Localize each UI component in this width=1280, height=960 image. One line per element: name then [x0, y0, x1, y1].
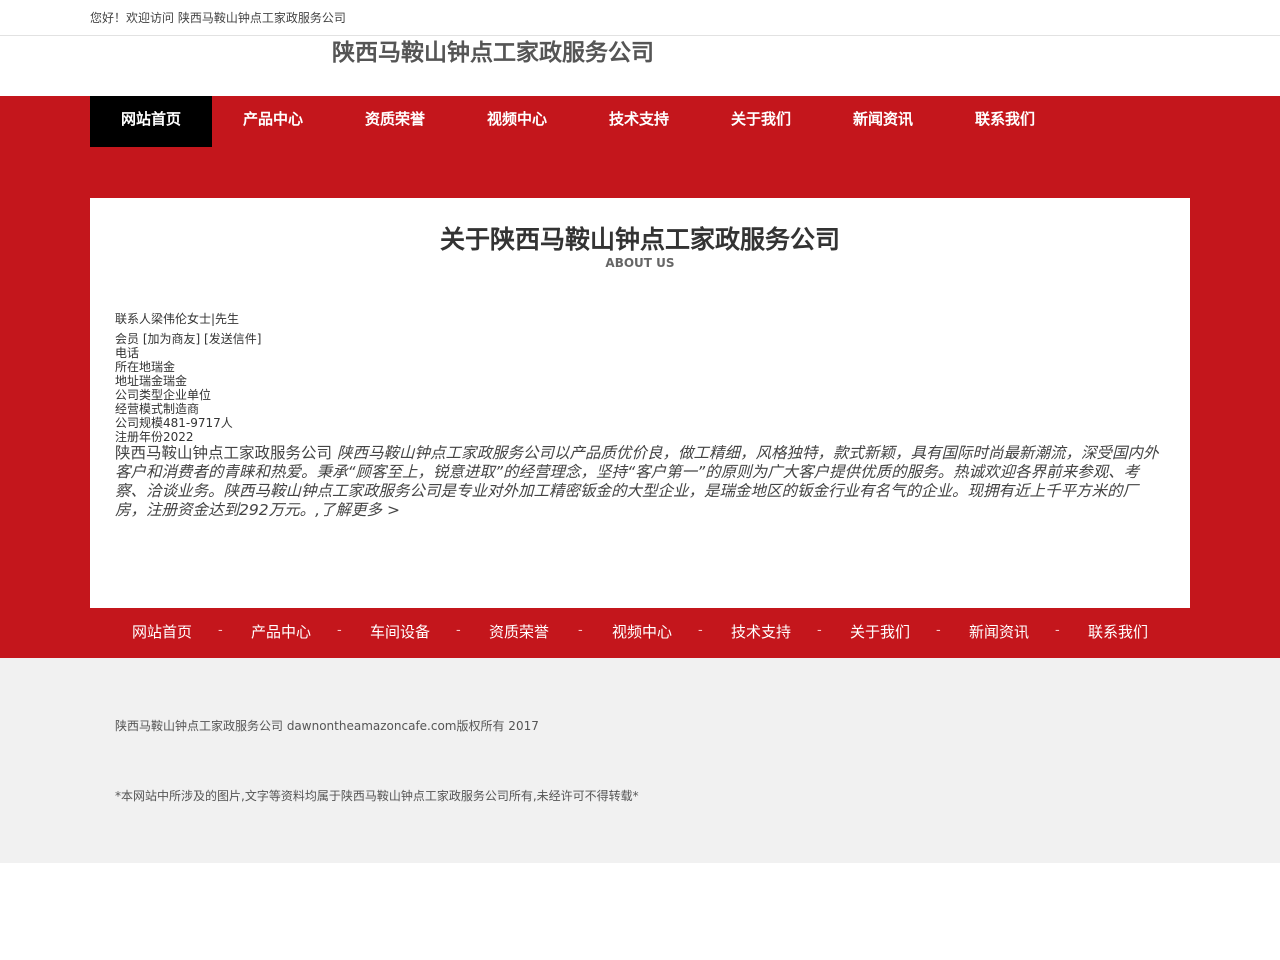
footer-nav-home[interactable]: 网站首页	[132, 621, 192, 642]
footer-nav-separator: -	[578, 623, 583, 638]
about-subtitle: ABOUT US	[605, 256, 675, 270]
footer-nav-about[interactable]: 关于我们	[850, 621, 910, 642]
business-model: 经营模式制造商	[115, 402, 200, 416]
learn-more-link[interactable]: 了解更多 >	[320, 501, 400, 519]
member-label: 会员	[115, 332, 140, 346]
footer-nav-separator: -	[218, 623, 223, 638]
registered-year: 注册年份2022	[115, 430, 194, 444]
footer-nav-news[interactable]: 新闻资讯	[969, 621, 1029, 642]
nav-item-products[interactable]: 产品中心	[212, 96, 334, 147]
send-mail-link[interactable]: [发送信件]	[204, 332, 261, 346]
company-type: 公司类型企业单位	[115, 388, 212, 402]
footer-nav-products[interactable]: 产品中心	[251, 621, 311, 642]
company-description: 陕西马鞍山钟点工家政服务公司 陕西马鞍山钟点工家政服务公司以产品质优价良，做工精…	[115, 444, 1165, 520]
footer-nav-support[interactable]: 技术支持	[731, 621, 791, 642]
nav-item-honors[interactable]: 资质荣誉	[334, 96, 456, 147]
about-title: 关于陕西马鞍山钟点工家政服务公司	[439, 225, 840, 254]
footer-nav-separator: -	[337, 623, 342, 638]
footer-nav-separator: -	[817, 623, 822, 638]
footer-nav-separator: -	[1055, 623, 1060, 638]
welcome-text: 您好！欢迎访问 陕西马鞍山钟点工家政服务公司	[90, 11, 346, 25]
footer-nav-equipment[interactable]: 车间设备	[370, 621, 430, 642]
footer-nav-separator: -	[936, 623, 941, 638]
phone: 电话	[115, 346, 140, 360]
site-title[interactable]: 陕西马鞍山钟点工家政服务公司	[332, 33, 654, 67]
main-nav: 网站首页 产品中心 资质荣誉 视频中心 技术支持 关于我们 新闻资讯 联系我们	[0, 96, 1280, 198]
contact-person: 联系人梁伟伦女士|先生	[115, 312, 240, 326]
address: 地址瑞金瑞金	[115, 374, 188, 388]
company-name: 陕西马鞍山钟点工家政服务公司	[115, 444, 333, 462]
footer: 陕西马鞍山钟点工家政服务公司 dawnontheamazoncafe.com版权…	[0, 658, 1280, 863]
copyright-notice: *本网站中所涉及的图片,文字等资料均属于陕西马鞍山钟点工家政服务公司所有,未经许…	[115, 789, 639, 803]
company-size: 公司规模481-9717人	[115, 416, 233, 430]
nav-item-news[interactable]: 新闻资讯	[822, 96, 944, 147]
footer-nav-contact[interactable]: 联系我们	[1088, 621, 1148, 642]
nav-item-videos[interactable]: 视频中心	[456, 96, 578, 147]
about-panel: 关于陕西马鞍山钟点工家政服务公司 ABOUT US 联系人梁伟伦女士|先生 会员…	[90, 198, 1190, 608]
member-row: 会员 [加为商友] [发送信件]	[115, 332, 261, 346]
footer-nav-separator: -	[698, 623, 703, 638]
copyright-text: 陕西马鞍山钟点工家政服务公司 dawnontheamazoncafe.com版权…	[115, 719, 539, 733]
footer-nav-videos[interactable]: 视频中心	[612, 621, 672, 642]
nav-item-contact[interactable]: 联系我们	[944, 96, 1066, 147]
nav-item-support[interactable]: 技术支持	[578, 96, 700, 147]
nav-item-about[interactable]: 关于我们	[700, 96, 822, 147]
add-friend-link[interactable]: [加为商友]	[143, 332, 200, 346]
footer-nav: 网站首页 - 产品中心 - 车间设备 - 资质荣誉 - 视频中心 - 技术支持 …	[0, 608, 1280, 658]
footer-nav-honors[interactable]: 资质荣誉	[489, 621, 549, 642]
location: 所在地瑞金	[115, 360, 176, 374]
nav-item-home[interactable]: 网站首页	[90, 96, 212, 147]
footer-nav-separator: -	[456, 623, 461, 638]
top-bar: 您好！欢迎访问 陕西马鞍山钟点工家政服务公司	[0, 0, 1280, 36]
